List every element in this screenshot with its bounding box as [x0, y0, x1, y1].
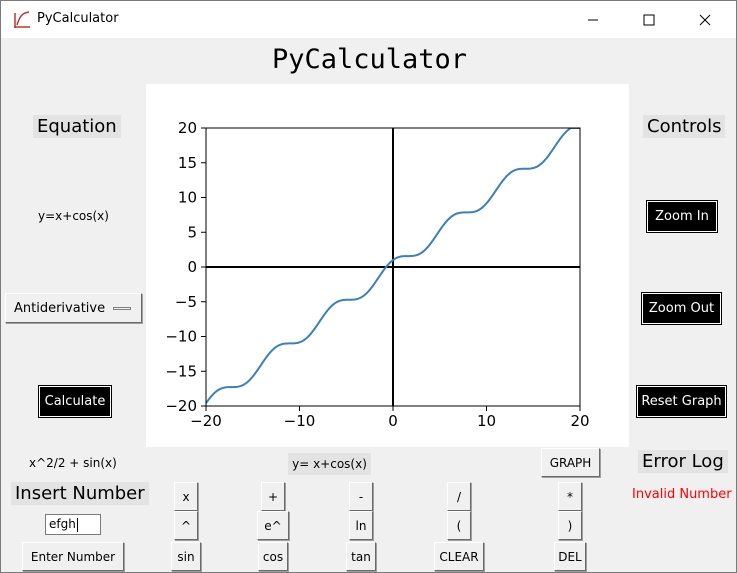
y-tick-label: −5: [175, 293, 197, 311]
key-epower-button[interactable]: e^: [257, 511, 289, 540]
key-sin-button[interactable]: sin: [171, 542, 201, 571]
graph-button[interactable]: GRAPH: [541, 448, 600, 477]
reset-graph-button[interactable]: Reset Graph: [636, 385, 727, 418]
window-title: PyCalculator: [37, 11, 119, 26]
controls-label: Controls: [643, 115, 726, 138]
y-tick-label: 10: [178, 189, 197, 207]
x-tick-label: 10: [477, 412, 496, 430]
maximize-button[interactable]: [626, 1, 672, 38]
y-tick-label: 0: [187, 258, 197, 276]
equation-value: y=x+cos(x): [38, 209, 109, 223]
key-multiply-button[interactable]: *: [558, 482, 582, 511]
y-tick-label: −20: [165, 397, 197, 415]
result-value: x^2/2 + sin(x): [29, 456, 117, 470]
function-plot: −20 −10 0 10 20−20−15−10−505101520: [165, 119, 589, 430]
number-input[interactable]: efgh: [45, 514, 101, 535]
key-power-button[interactable]: ^: [174, 511, 198, 540]
key-tan-button[interactable]: tan: [346, 542, 376, 571]
key-minus-button[interactable]: -: [349, 482, 373, 511]
y-tick-label: −10: [165, 328, 197, 346]
error-log-label: Error Log: [638, 450, 728, 473]
graph-canvas[interactable]: −20 −10 0 10 20 −20 −15 −10 −5 0 5 10 15 20: [146, 84, 629, 447]
zoom-in-button[interactable]: Zoom In: [646, 200, 718, 233]
maximize-icon: [643, 14, 655, 25]
text-caret: [76, 517, 78, 532]
key-divide-button[interactable]: /: [447, 482, 471, 511]
x-tick-label: 0: [388, 412, 398, 430]
key-x-button[interactable]: x: [174, 482, 198, 511]
dropdown-indicator-icon: [113, 307, 131, 310]
key-del-button[interactable]: DEL: [554, 542, 586, 571]
number-input-value: efgh: [49, 517, 76, 531]
insert-number-label: Insert Number: [11, 482, 149, 505]
error-message: Invalid Number: [632, 487, 732, 502]
x-tick-label: −10: [284, 412, 316, 430]
title-bar: PyCalculator: [1, 1, 736, 38]
app-logo-icon: [12, 10, 32, 30]
app-window: PyCalculator PyCalculator Equation y=x+c…: [0, 0, 737, 573]
y-tick-label: 5: [187, 223, 197, 241]
mode-selected-label: Antiderivative: [14, 300, 106, 316]
key-cos-button[interactable]: cos: [258, 542, 288, 571]
enter-number-button[interactable]: Enter Number: [22, 542, 124, 571]
calculate-button[interactable]: Calculate: [38, 385, 112, 418]
key-lparen-button[interactable]: (: [447, 511, 471, 540]
close-icon: [699, 14, 711, 25]
key-plus-button[interactable]: +: [261, 482, 285, 511]
close-button[interactable]: [682, 1, 728, 38]
page-title: PyCalculator: [271, 44, 468, 75]
y-tick-label: −15: [165, 362, 197, 380]
minimize-button[interactable]: [570, 1, 616, 38]
key-rparen-button[interactable]: ): [558, 511, 582, 540]
y-tick-label: 15: [178, 154, 197, 172]
key-clear-button[interactable]: CLEAR: [434, 542, 484, 571]
graph-equation-display: y= x+cos(x): [288, 453, 371, 475]
equation-label: Equation: [33, 115, 121, 138]
x-tick-label: 20: [570, 412, 589, 430]
mode-dropdown[interactable]: Antiderivative: [5, 293, 142, 323]
zoom-out-button[interactable]: Zoom Out: [641, 292, 722, 325]
minimize-icon: [588, 19, 598, 20]
key-ln-button[interactable]: ln: [349, 511, 373, 540]
y-tick-label: 20: [178, 119, 197, 137]
